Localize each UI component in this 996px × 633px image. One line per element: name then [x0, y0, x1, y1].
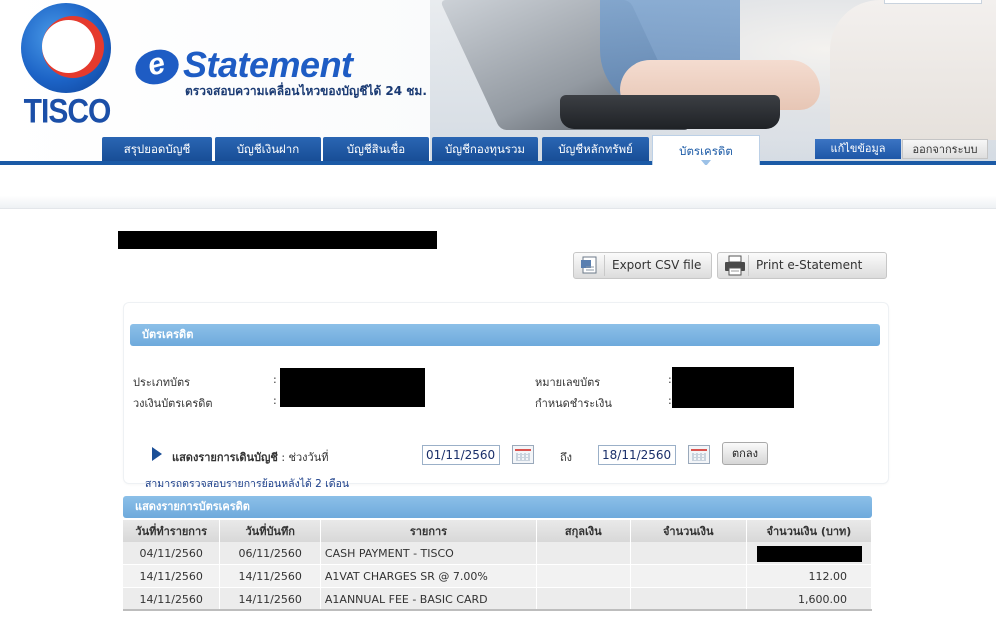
cell-txn-date: 14/11/2560 [123, 564, 221, 588]
filter-label: แสดงรายการเดินบัญชี : ช่วงวันที่ [172, 448, 329, 466]
col-header-description: รายการ [320, 520, 538, 542]
tab-account-summary[interactable]: สรุปยอดบัญชี [102, 137, 212, 162]
to-label: ถึง [560, 451, 573, 464]
cell-amount [630, 587, 747, 611]
tab-securities[interactable]: บัญชีหลักทรัพย์ [542, 137, 649, 162]
banner-person-right-image [830, 0, 996, 140]
banner-laptop-base-image [560, 95, 780, 129]
cell-description: A1ANNUAL FEE - BASIC CARD [320, 587, 538, 611]
print-statement-button[interactable]: Print e-Statement [717, 252, 887, 279]
tab-label: บัญชีหลักทรัพย์ [558, 142, 633, 156]
cell-description: A1VAT CHARGES SR @ 7.00% [320, 564, 538, 588]
tab-label: สรุปยอดบัญชี [123, 142, 191, 156]
app-tagline: ตรวจสอบความเคลื่อนไหวของบัญชีได้ 24 ชม. [185, 84, 427, 98]
app-title: Statement [183, 44, 353, 85]
printer-icon [722, 255, 749, 276]
filter-label-bold: แสดงรายการเดินบัญชี [172, 451, 278, 464]
cell-amount [630, 542, 747, 565]
tab-label: บัตรเครดิต [679, 144, 733, 158]
card-type-colon: : [273, 373, 277, 386]
tab-deposit-accounts[interactable]: บัญชีเงินฝาก [215, 137, 321, 162]
cell-txn-date: 14/11/2560 [123, 587, 221, 611]
export-csv-button[interactable]: Export CSV file [573, 252, 712, 279]
credit-limit-colon: : [273, 394, 277, 407]
cell-post-date: 14/11/2560 [219, 587, 321, 611]
table-header-row: วันที่ทำรายการ วันที่บันทึก รายการ สกุลเ… [123, 520, 873, 542]
cell-amount-thb: 1,600.00 [746, 587, 873, 611]
cell-currency [536, 564, 631, 588]
cell-amount-thb: 112.00 [746, 564, 873, 588]
logo-inner-icon [42, 20, 95, 73]
account-name-redacted [118, 231, 437, 249]
tab-label: บัญชีสินเชื่อ [346, 142, 406, 156]
col-header-amount-thb: จำนวนเงิน (บาท) [746, 520, 873, 542]
to-calendar-icon[interactable] [688, 445, 710, 464]
cell-amount-thb [746, 542, 873, 565]
e-logo-icon: e [131, 44, 183, 90]
transactions-table: วันที่ทำรายการ วันที่บันทึก รายการ สกุลเ… [123, 520, 873, 611]
logout-button[interactable]: ออกจากระบบ [902, 139, 988, 159]
logo-text: TISCO [23, 92, 112, 131]
table-row: 04/11/2560 06/11/2560 CASH PAYMENT - TIS… [123, 542, 873, 565]
nav-underline [0, 161, 996, 165]
card-type-label: ประเภทบัตร [133, 376, 191, 389]
transactions-section-title: แสดงรายการบัตรเครดิต [123, 496, 872, 518]
edit-profile-button[interactable]: แก้ไขข้อมูล [815, 139, 901, 159]
card-section-title: บัตรเครดิต [130, 324, 880, 346]
table-row: 14/11/2560 14/11/2560 A1VAT CHARGES SR @… [123, 564, 873, 588]
cell-amount [630, 564, 747, 588]
csv-file-icon [578, 255, 605, 276]
card-number-value-redacted [672, 367, 794, 408]
history-note: สามารถตรวจสอบรายการย้อนหลังได้ 2 เดือน [145, 478, 350, 490]
tab-label: บัญชีเงินฝาก [236, 142, 300, 156]
submit-filter-button[interactable]: ตกลง [722, 442, 768, 465]
top-right-tab [884, 0, 982, 4]
print-statement-label: Print e-Statement [756, 258, 863, 272]
card-number-label: หมายเลขบัตร [535, 376, 601, 389]
col-header-txn-date: วันที่ทำรายการ [123, 520, 221, 542]
cell-txn-date: 04/11/2560 [123, 542, 221, 565]
cell-description: CASH PAYMENT - TISCO [320, 542, 538, 565]
col-header-amount: จำนวนเงิน [630, 520, 747, 542]
to-date-input[interactable] [598, 445, 676, 465]
cell-currency [536, 587, 631, 611]
table-bottom-border [123, 609, 872, 611]
credit-limit-label: วงเงินบัตรเครดิต [133, 397, 213, 410]
tisco-logo[interactable]: TISCO [21, 3, 113, 131]
export-csv-label: Export CSV file [612, 258, 702, 272]
cell-post-date: 14/11/2560 [219, 564, 321, 588]
tab-loan-accounts[interactable]: บัญชีสินเชื่อ [323, 137, 429, 162]
estatement-brand: e Statement ตรวจสอบความเคลื่อนไหวของบัญช… [131, 44, 445, 102]
filter-arrow-icon [152, 447, 162, 461]
sub-header-bar [0, 166, 996, 209]
from-calendar-icon[interactable] [512, 445, 534, 464]
cell-post-date: 06/11/2560 [219, 542, 321, 565]
col-header-post-date: วันที่บันทึก [219, 520, 321, 542]
col-header-currency: สกุลเงิน [536, 520, 631, 542]
filter-label-range: : ช่วงวันที่ [277, 451, 329, 464]
tab-mutual-fund[interactable]: บัญชีกองทุนรวม [432, 137, 538, 162]
header: TISCO e Statement ตรวจสอบความเคลื่อนไหวข… [0, 0, 996, 165]
card-type-value-redacted [280, 368, 425, 407]
tab-label: บัญชีกองทุนรวม [444, 142, 526, 156]
amount-thb-redacted [756, 546, 862, 562]
due-date-label: กำหนดชำระเงิน [535, 397, 612, 410]
active-tab-arrow-icon [701, 160, 711, 165]
table-row: 14/11/2560 14/11/2560 A1ANNUAL FEE - BAS… [123, 587, 873, 611]
tab-credit-card[interactable]: บัตรเครดิต [652, 135, 760, 165]
cell-currency [536, 542, 631, 565]
from-date-input[interactable] [422, 445, 500, 465]
